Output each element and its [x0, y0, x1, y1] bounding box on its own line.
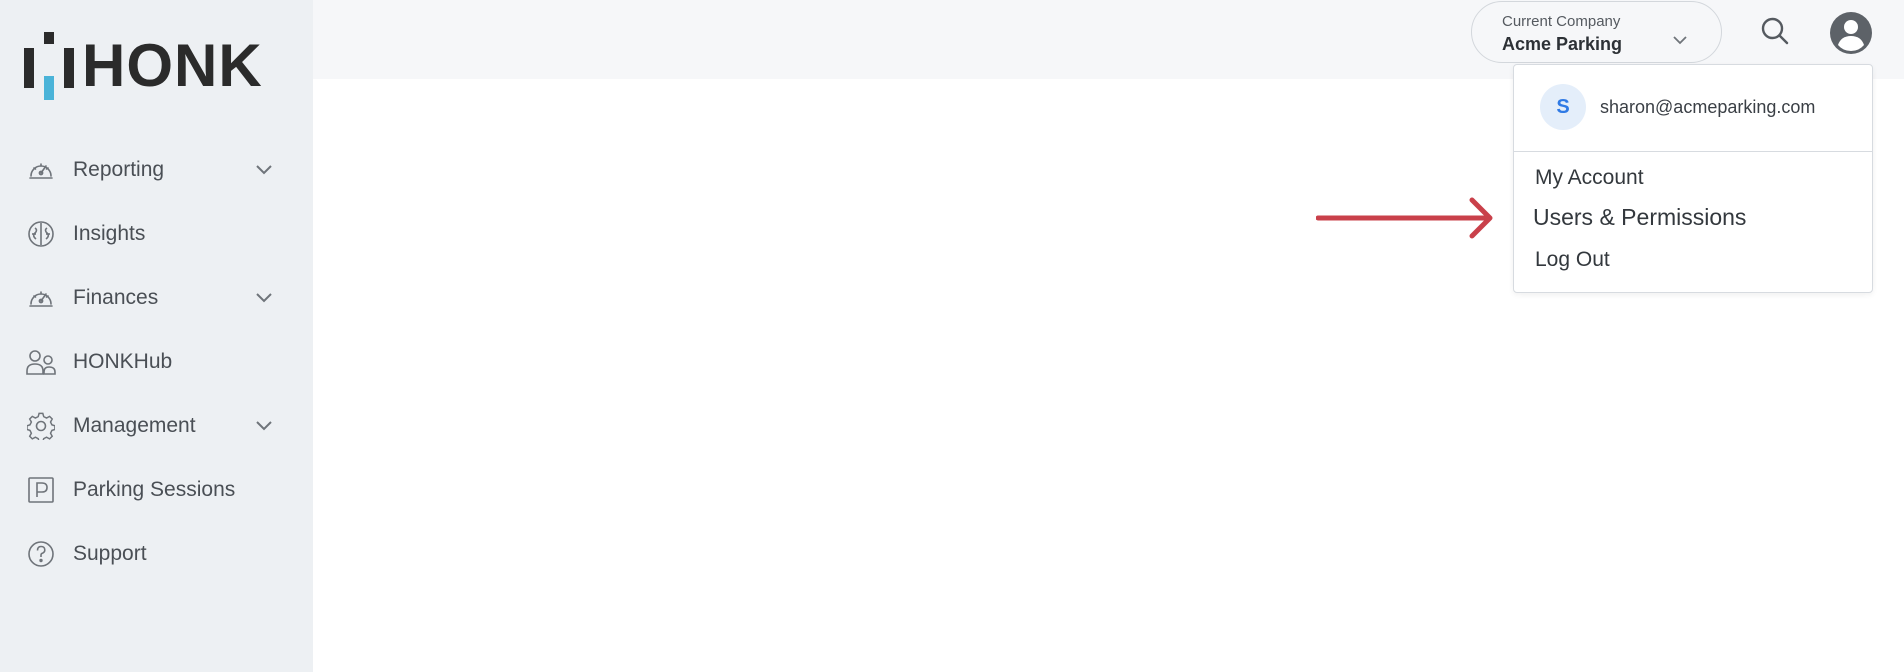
- sidebar-item-label: Management: [73, 414, 196, 437]
- chevron-down-icon: [1672, 32, 1690, 50]
- honk-logo[interactable]: HONK: [24, 32, 264, 100]
- menu-item-my-account[interactable]: My Account: [1535, 166, 1644, 190]
- sidebar-item-label: Finances: [73, 286, 159, 309]
- user-avatar-button[interactable]: [1829, 11, 1873, 55]
- sidebar-item-parking-sessions[interactable]: Parking Sessions: [0, 458, 313, 522]
- sidebar-item-finances[interactable]: Finances: [0, 266, 313, 330]
- logo-text: HONK: [82, 32, 263, 99]
- sidebar-item-label: Support: [73, 542, 147, 565]
- gear-icon: [26, 411, 56, 441]
- sidebar-item-honkhub[interactable]: HONKHub: [0, 330, 313, 394]
- user-info: S sharon@acmeparking.com: [1514, 65, 1872, 152]
- menu-item-log-out[interactable]: Log Out: [1535, 248, 1610, 272]
- sidebar-item-label: Insights: [73, 222, 146, 245]
- sidebar-item-management[interactable]: Management: [0, 394, 313, 458]
- sidebar-item-reporting[interactable]: Reporting: [0, 138, 313, 202]
- annotation-arrow: [1315, 196, 1496, 240]
- menu-item-users-permissions[interactable]: Users & Permissions: [1533, 204, 1746, 231]
- parking-icon: [26, 475, 56, 505]
- sidebar-item-label: Parking Sessions: [73, 478, 236, 501]
- sidebar-item-label: Reporting: [73, 158, 165, 181]
- sidebar-item-insights[interactable]: Insights: [0, 202, 313, 266]
- chevron-down-icon[interactable]: [254, 160, 274, 180]
- speedometer-icon: [26, 155, 56, 185]
- user-menu-dropdown: S sharon@acmeparking.com My Account User…: [1513, 64, 1873, 293]
- sidebar: HONK Reporting Insights Finances HONKHub…: [0, 0, 313, 672]
- sidebar-item-support[interactable]: Support: [0, 522, 313, 586]
- user-account-icon: [1829, 12, 1873, 59]
- sidebar-item-label: HONKHub: [73, 350, 173, 373]
- chevron-down-icon[interactable]: [254, 416, 274, 436]
- search-button[interactable]: [1760, 16, 1792, 48]
- honk-logo-mark: [24, 32, 76, 100]
- speedometer-icon: [26, 283, 56, 313]
- user-email: sharon@acmeparking.com: [1600, 97, 1816, 117]
- brain-icon: [26, 219, 56, 249]
- company-caption: Current Company: [1502, 13, 1621, 30]
- avatar: S: [1540, 84, 1586, 130]
- users-icon: [26, 347, 56, 377]
- help-circle-icon: [26, 539, 56, 569]
- chevron-down-icon[interactable]: [254, 288, 274, 308]
- sidebar-nav: Reporting Insights Finances HONKHub Mana…: [0, 138, 313, 586]
- company-selector[interactable]: Current Company Acme Parking: [1471, 1, 1722, 63]
- search-icon: [1760, 17, 1790, 50]
- company-name: Acme Parking: [1502, 34, 1623, 54]
